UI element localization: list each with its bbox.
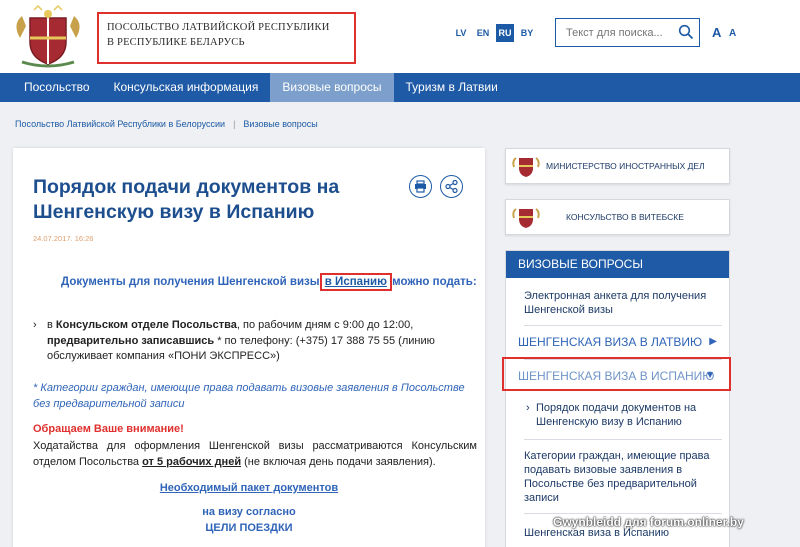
coat-of-arms-logo[interactable] <box>12 4 84 68</box>
mfa-card[interactable]: МИНИСТЕРСТВО ИНОСТРАННЫХ ДЕЛ <box>505 148 730 184</box>
font-size-small-button[interactable]: A <box>729 28 736 39</box>
vitebsk-card-label: КОНСУЛЬСТВО В ВИТЕБСКЕ <box>566 212 684 222</box>
documents-package-link[interactable]: Необходимый пакет документов <box>13 482 485 494</box>
processing-days: от 5 рабочих дней <box>142 456 242 468</box>
chevron-right-icon: › <box>33 319 37 331</box>
documents-heading: Документы для получения Шенгенской визы … <box>61 273 477 291</box>
sidebar-item-anketa[interactable]: Электронная анкета для получения Шенгенс… <box>524 289 719 317</box>
search-input[interactable] <box>556 19 674 46</box>
print-button[interactable] <box>409 175 432 198</box>
share-icon <box>445 180 458 193</box>
bullet-appointment: предварительно записавшись <box>47 334 215 347</box>
caret-right-icon: ▶ <box>709 336 717 347</box>
divider <box>524 513 722 514</box>
chevron-right-icon: › <box>526 402 530 414</box>
sub-order-label: Порядок подачи документов на Шенгенскую … <box>536 402 697 428</box>
sidebar-category-latvia[interactable]: ШЕНГЕНСКАЯ ВИЗА В ЛАТВИЮ ▶ <box>506 325 731 359</box>
watermark: Gwynbleidd для forum.onliner.by <box>553 515 744 529</box>
caret-down-icon: ▼ <box>705 370 715 381</box>
page-title: Порядок подачи документов на Шенгенскую … <box>33 176 340 223</box>
site-header: ПОСОЛЬСТВО ЛАТВИЙСКОЙ РЕСПУБЛИКИ В РЕСПУ… <box>0 0 800 73</box>
coat-of-arms-icon <box>512 157 540 177</box>
lang-by[interactable]: BY <box>518 24 536 42</box>
bullet-prefix: в <box>47 319 56 331</box>
nav-tourism[interactable]: Туризм в Латвии <box>394 73 510 102</box>
search-box <box>555 18 700 47</box>
spain-link[interactable]: в Испанию <box>319 273 392 291</box>
search-icon[interactable] <box>678 24 694 40</box>
nav-consular-info[interactable]: Консульская информация <box>102 73 271 102</box>
trip-purpose-link[interactable]: ЦЕЛИ ПОЕЗДКИ <box>13 522 485 534</box>
nav-embassy[interactable]: Посольство <box>12 73 102 102</box>
share-button[interactable] <box>440 175 463 198</box>
embassy-title-line1: ПОСОЛЬСТВО ЛАТВИЙСКОЙ РЕСПУБЛИКИ <box>107 22 330 33</box>
vitebsk-consulate-card[interactable]: КОНСУЛЬСТВО В ВИТЕБСКЕ <box>505 199 730 235</box>
documents-heading-text: Документы для получения Шенгенской визы <box>61 276 323 288</box>
main-nav: Посольство Консульская информация Визовы… <box>0 73 800 102</box>
embassy-title-box[interactable]: ПОСОЛЬСТВО ЛАТВИЙСКОЙ РЕСПУБЛИКИ В РЕСПУ… <box>97 12 356 64</box>
processing-time-text: Ходатайства для оформления Шенгенской ви… <box>33 438 477 470</box>
spain-category-label: ШЕНГЕНСКАЯ ВИЗА В ИСПАНИЮ <box>518 369 715 383</box>
categories-note[interactable]: * Категории граждан, имеющие права подав… <box>33 380 473 412</box>
lang-ru[interactable]: RU <box>496 24 514 42</box>
coat-of-arms-icon <box>512 208 540 228</box>
breadcrumb-item-visa[interactable]: Визовые вопросы <box>243 119 317 129</box>
language-switcher: LV EN RU BY <box>452 24 536 42</box>
breadcrumb-separator: | <box>233 119 236 129</box>
font-size-large-button[interactable]: A <box>712 25 721 40</box>
panel-title: ВИЗОВЫЕ ВОПРОСЫ <box>506 251 729 278</box>
article-card: Порядок подачи документов на Шенгенскую … <box>13 148 485 547</box>
processing-text-end: (не включая день подачи заявления). <box>241 456 436 468</box>
lang-en[interactable]: EN <box>474 24 492 42</box>
submission-option: › в Консульском отделе Посольства, по ра… <box>33 318 473 365</box>
sidebar-subitem-categories[interactable]: Категории граждан, имеющие права подават… <box>524 449 719 505</box>
breadcrumb: Посольство Латвийской Республики в Белор… <box>15 119 318 129</box>
embassy-title-line2: В РЕСПУБЛИКЕ БЕЛАРУСЬ <box>107 37 245 48</box>
publish-date: 24.07.2017. 16:26 <box>33 234 94 243</box>
sidebar-subitem-order[interactable]: › Порядок подачи документов на Шенгенску… <box>526 401 721 429</box>
latvia-category-label: ШЕНГЕНСКАЯ ВИЗА В ЛАТВИЮ <box>518 335 703 349</box>
visa-by-text: на визу согласно <box>202 506 296 518</box>
nav-visa-questions[interactable]: Визовые вопросы <box>270 73 394 102</box>
mfa-card-label: МИНИСТЕРСТВО ИНОСТРАННЫХ ДЕЛ <box>546 161 705 171</box>
sidebar-category-spain[interactable]: ШЕНГЕНСКАЯ ВИЗА В ИСПАНИЮ ▼ <box>502 357 731 391</box>
printer-icon <box>415 180 426 193</box>
visa-questions-panel: ВИЗОВЫЕ ВОПРОСЫ Электронная анкета для п… <box>502 250 731 547</box>
breadcrumb-item-embassy[interactable]: Посольство Латвийской Республики в Белор… <box>15 119 225 129</box>
divider <box>524 439 722 440</box>
bullet-consular-dept: Консульском отделе Посольства <box>55 319 237 331</box>
attention-heading: Обращаем Ваше внимание! <box>33 423 184 435</box>
documents-heading-tail: можно подать: <box>388 276 477 288</box>
bullet-hours: , по рабочим дням с 9:00 до 12:00, <box>236 319 414 331</box>
lang-lv[interactable]: LV <box>452 24 470 42</box>
